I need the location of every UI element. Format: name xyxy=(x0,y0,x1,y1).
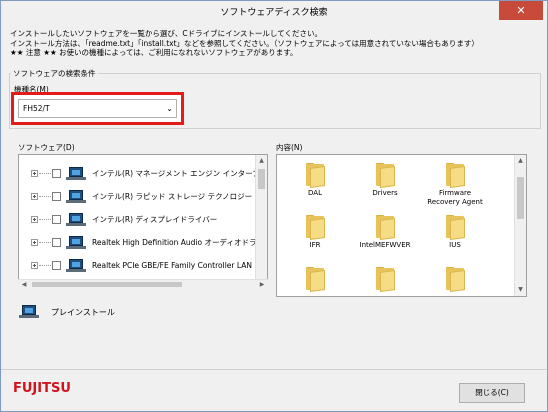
folder-name: IntelMEFWVER xyxy=(359,241,411,249)
software-disk-search-window: ソフトウェアディスク検索 ✕ インストールしたいソフトウェアを一覧から選び、Cド… xyxy=(0,0,548,412)
software-list-scrollbar[interactable]: ▲ ▼ xyxy=(255,155,267,288)
laptop-icon xyxy=(66,259,86,273)
fujitsu-logo: FUJITSU xyxy=(13,381,71,396)
tree-line xyxy=(39,265,51,266)
laptop-icon xyxy=(66,167,86,181)
window-title: ソフトウェアディスク検索 xyxy=(220,8,328,18)
scroll-up-icon[interactable]: ▲ xyxy=(256,155,267,167)
folder-item[interactable]: DAL xyxy=(280,163,350,213)
software-name: Realtek High Definition Audio オーディオドライバー xyxy=(92,238,268,247)
laptop-icon xyxy=(66,236,86,250)
folder-icon xyxy=(305,267,325,293)
software-list[interactable]: インテル(R) マネージメント エンジン インターフェース インテル(R) ラピ… xyxy=(18,154,268,289)
tree-line xyxy=(39,196,51,197)
software-name: Realtek PCIe GBE/FE Family Controller LA… xyxy=(92,261,267,270)
folder-name-line2: Recovery Agent xyxy=(427,198,483,206)
close-button[interactable]: 閉じる(C) xyxy=(459,383,525,403)
software-name: インテル(R) ラピッド ストレージ テクノロジー xyxy=(92,192,253,201)
contents-scrollbar[interactable]: ▲ ▼ xyxy=(514,155,526,296)
scroll-right-icon[interactable]: ▶ xyxy=(256,280,268,289)
laptop-icon xyxy=(66,190,86,204)
instruction-line: インストールしたいソフトウェアを一覧から選び、Cドライブにインストールしてくださ… xyxy=(10,29,322,38)
scroll-thumb[interactable] xyxy=(32,282,182,287)
preinstall-legend: プレインストール xyxy=(19,305,139,321)
folder-icon xyxy=(305,215,325,241)
chevron-down-icon: ⌄ xyxy=(166,104,173,113)
tree-line xyxy=(39,219,51,220)
expand-icon[interactable] xyxy=(31,216,38,223)
folder-name: IFR xyxy=(309,241,321,249)
scroll-thumb[interactable] xyxy=(258,169,265,189)
software-checkbox[interactable] xyxy=(52,261,61,270)
software-name: インテル(R) マネージメント エンジン インターフェース xyxy=(92,169,268,178)
contents-label: 内容(N) xyxy=(276,143,303,152)
folder-item[interactable]: Drivers xyxy=(350,163,420,213)
folder-icon xyxy=(375,163,395,189)
folder-item[interactable] xyxy=(350,267,420,296)
software-item[interactable]: インテル(R) ラピッド ストレージ テクノロジー xyxy=(19,185,255,208)
folder-name: Firmware xyxy=(438,189,472,197)
folder-name: DAL xyxy=(308,189,322,197)
folder-item[interactable]: IntelMEFWVER xyxy=(350,215,420,265)
folder-name: Drivers xyxy=(372,189,398,197)
laptop-icon xyxy=(19,305,39,319)
window-close-button[interactable]: ✕ xyxy=(499,1,543,20)
software-item[interactable]: Realtek PCIe GBE/FE Family Controller LA… xyxy=(19,254,267,277)
software-list-hscrollbar[interactable]: ◀ ▶ xyxy=(18,279,268,289)
folder-icon xyxy=(445,163,465,189)
scroll-up-icon[interactable]: ▲ xyxy=(515,155,526,167)
expand-icon[interactable] xyxy=(31,262,38,269)
footer-divider xyxy=(1,369,547,370)
expand-icon[interactable] xyxy=(31,170,38,177)
model-highlight-frame: FH52/T ⌄ xyxy=(11,92,184,125)
folder-item[interactable] xyxy=(420,267,490,296)
preinstall-label: プレインストール xyxy=(51,308,115,317)
instruction-line: ★★ 注意 ★★ お使いの機種によっては、ご利用になれないソフトウェアがあります… xyxy=(10,48,298,57)
folder-icon xyxy=(375,267,395,293)
contents-view[interactable]: DAL Drivers Firmware Recovery Agent IFR … xyxy=(276,154,527,297)
software-checkbox[interactable] xyxy=(52,169,61,178)
software-item[interactable]: インテル(R) マネージメント エンジン インターフェース xyxy=(19,162,267,185)
tree-line xyxy=(39,173,51,174)
close-icon: ✕ xyxy=(516,4,526,17)
folder-icon xyxy=(305,163,325,189)
title-bar: ソフトウェアディスク検索 ✕ xyxy=(1,1,547,25)
scroll-thumb[interactable] xyxy=(517,177,524,219)
instruction-line: インストール方法は、「readme.txt」「install.txt」などを参照… xyxy=(10,38,479,48)
folder-item[interactable]: Firmware Recovery Agent xyxy=(420,163,490,213)
folder-icon xyxy=(445,215,465,241)
scroll-left-icon[interactable]: ◀ xyxy=(18,280,30,289)
search-conditions-label: ソフトウェアの検索条件 xyxy=(11,68,98,79)
expand-icon[interactable] xyxy=(31,193,38,200)
expand-icon[interactable] xyxy=(31,239,38,246)
laptop-icon xyxy=(66,213,86,227)
software-checkbox[interactable] xyxy=(52,238,61,247)
instructions: インストールしたいソフトウェアを一覧から選び、Cドライブにインストールしてくださ… xyxy=(10,29,540,58)
folder-name: IUS xyxy=(449,241,461,249)
folder-item[interactable]: IFR xyxy=(280,215,350,265)
tree-line xyxy=(39,242,51,243)
software-checkbox[interactable] xyxy=(52,215,61,224)
folder-item[interactable]: IUS xyxy=(420,215,490,265)
scroll-down-icon[interactable]: ▼ xyxy=(515,284,526,296)
folder-icon xyxy=(445,267,465,293)
model-name-value: FH52/T xyxy=(23,104,50,113)
software-name: インテル(R) ディスプレイドライバー xyxy=(92,215,218,224)
software-label: ソフトウェア(D) xyxy=(18,143,75,152)
model-name-select[interactable]: FH52/T ⌄ xyxy=(18,99,177,118)
folder-icon xyxy=(375,215,395,241)
software-checkbox[interactable] xyxy=(52,192,61,201)
software-item[interactable]: インテル(R) ディスプレイドライバー xyxy=(19,208,255,231)
software-item[interactable]: Realtek High Definition Audio オーディオドライバー xyxy=(19,231,267,254)
folder-item[interactable] xyxy=(280,267,350,296)
